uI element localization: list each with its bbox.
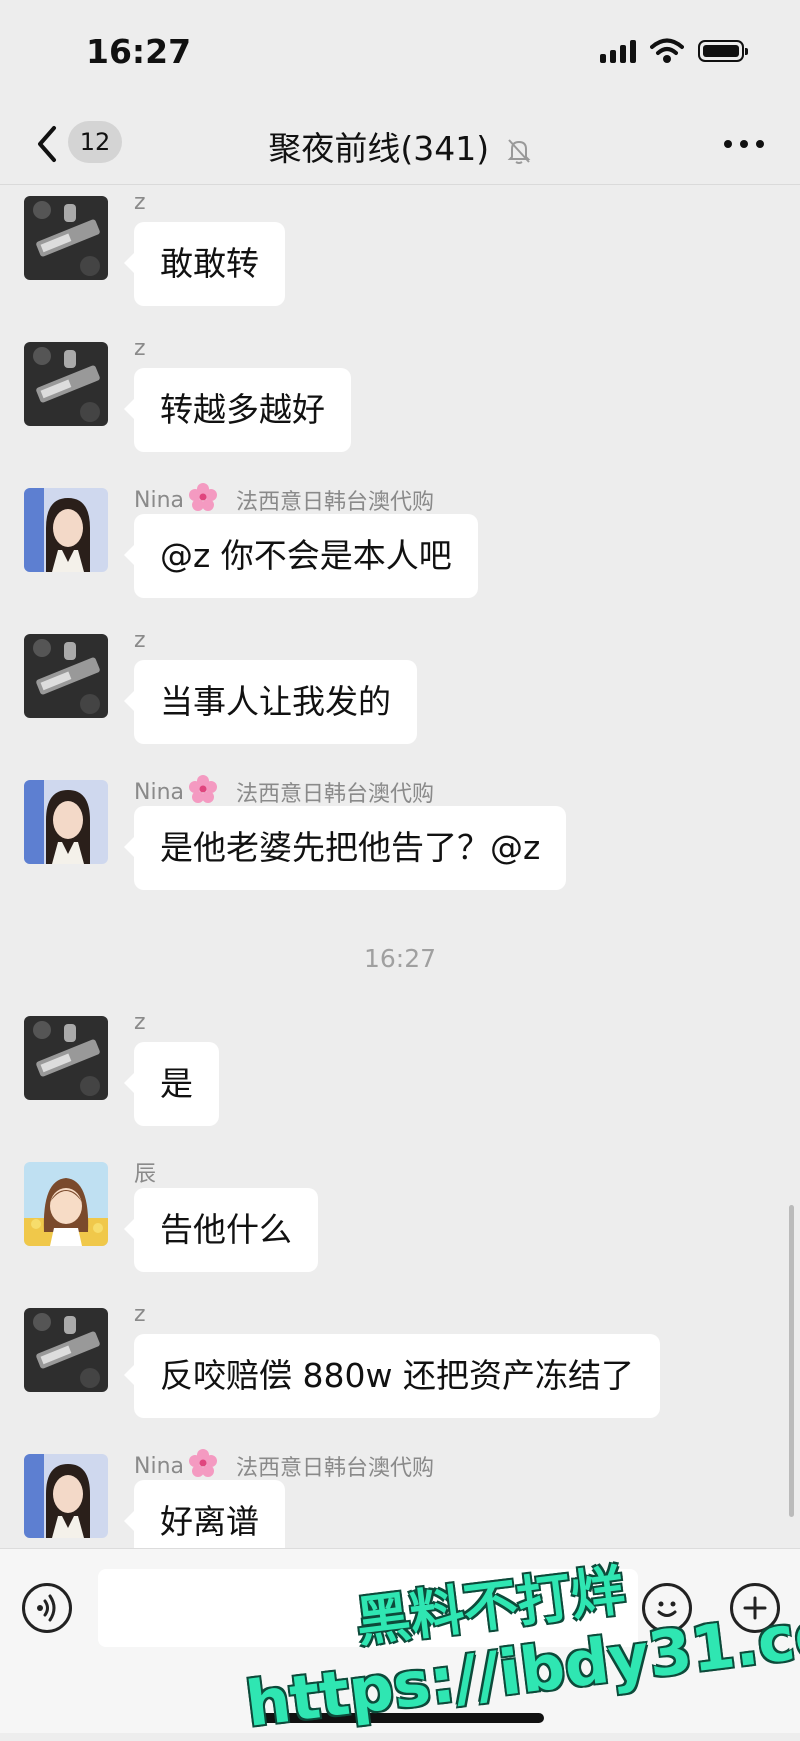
avatar[interactable] xyxy=(24,488,108,572)
avatar-image xyxy=(24,342,108,426)
sender-name: z xyxy=(134,1302,146,1327)
cherry-blossom-icon xyxy=(188,774,218,810)
status-bar: 16:27 xyxy=(0,0,800,104)
message-bubble[interactable]: 反咬赔偿 880w 还把资产冻结了 xyxy=(124,1334,660,1418)
status-time: 16:27 xyxy=(86,32,192,71)
sender-label: Nina xyxy=(134,1453,184,1479)
status-icons xyxy=(600,38,748,64)
sender-name: z xyxy=(134,1010,146,1035)
sender-label: 辰 xyxy=(134,1162,157,1187)
message-bubble[interactable]: 转越多越好 xyxy=(124,368,351,452)
avatar[interactable] xyxy=(24,1308,108,1392)
avatar-image xyxy=(24,1308,108,1392)
battery-icon xyxy=(698,40,748,62)
home-indicator xyxy=(260,1713,544,1723)
message-bubble[interactable]: @z 你不会是本人吧 xyxy=(124,514,478,598)
more-dots-icon xyxy=(724,140,732,148)
chat-title: 聚夜前线(341) xyxy=(268,129,490,168)
avatar[interactable] xyxy=(24,1162,108,1246)
chat-header: 12 聚夜前线(341) xyxy=(0,104,800,185)
avatar[interactable] xyxy=(24,196,108,280)
avatar[interactable] xyxy=(24,780,108,864)
sender-label: z xyxy=(134,190,146,215)
sender-label: z xyxy=(134,1010,146,1035)
input-bar xyxy=(0,1548,800,1733)
bell-slash-icon xyxy=(507,138,531,164)
sender-tag: 法西意日韩台澳代购 xyxy=(236,1456,435,1481)
message-bubble[interactable]: 当事人让我发的 xyxy=(124,660,417,744)
voice-button[interactable] xyxy=(22,1583,72,1633)
sender-name: z xyxy=(134,190,146,215)
sender-name: 辰 xyxy=(134,1156,156,1188)
avatar-image xyxy=(24,488,108,572)
sender-name: z xyxy=(134,336,146,361)
sender-label: Nina xyxy=(134,779,184,805)
cherry-blossom-icon xyxy=(188,1448,218,1484)
chat-timestamp: 16:27 xyxy=(363,944,437,973)
avatar[interactable] xyxy=(24,342,108,426)
avatar-image xyxy=(24,1016,108,1100)
avatar[interactable] xyxy=(24,634,108,718)
message-bubble[interactable]: 是他老婆先把他告了？@z xyxy=(123,806,567,890)
plus-icon xyxy=(743,1596,767,1620)
sender-label: z xyxy=(134,336,146,361)
avatar-image xyxy=(24,1454,108,1538)
sender-tag: 法西意日韩台澳代购 xyxy=(236,490,435,515)
more-dot xyxy=(756,140,764,148)
avatar[interactable] xyxy=(24,1454,108,1538)
emoji-icon xyxy=(657,1601,677,1617)
sender-label: Nina xyxy=(134,487,184,513)
message-bubble[interactable]: 敢敢转 xyxy=(124,222,285,306)
scrollbar[interactable] xyxy=(789,1205,794,1517)
message-input[interactable] xyxy=(98,1569,638,1647)
avatar-image xyxy=(24,196,108,280)
avatar-image xyxy=(24,1162,108,1246)
voice-icon xyxy=(37,1594,56,1622)
sender-name: Nina 法西意日韩台澳代购 xyxy=(134,1448,434,1484)
avatar-image xyxy=(24,634,108,718)
more-button[interactable] xyxy=(724,128,764,160)
sender-name: Nina 法西意日韩台澳代购 xyxy=(134,774,434,810)
more-dot xyxy=(740,140,748,148)
sender-label: z xyxy=(134,1302,146,1327)
avatar-image xyxy=(24,780,108,864)
chat-title-wrap: 聚夜前线(341) xyxy=(0,122,800,170)
signal-icon xyxy=(600,39,636,63)
sender-tag: 法西意日韩台澳代购 xyxy=(236,782,435,807)
plus-button[interactable] xyxy=(730,1583,780,1633)
emoji-button[interactable] xyxy=(642,1583,692,1633)
cherry-blossom-icon xyxy=(188,482,218,518)
sender-name: Nina 法西意日韩台澳代购 xyxy=(134,482,434,518)
message-bubble[interactable]: 是 xyxy=(124,1042,219,1126)
message-bubble[interactable]: 告他什么 xyxy=(124,1188,318,1272)
wifi-icon xyxy=(650,38,684,63)
sender-name: z xyxy=(134,628,146,653)
avatar[interactable] xyxy=(24,1016,108,1100)
sender-label: z xyxy=(134,628,146,653)
